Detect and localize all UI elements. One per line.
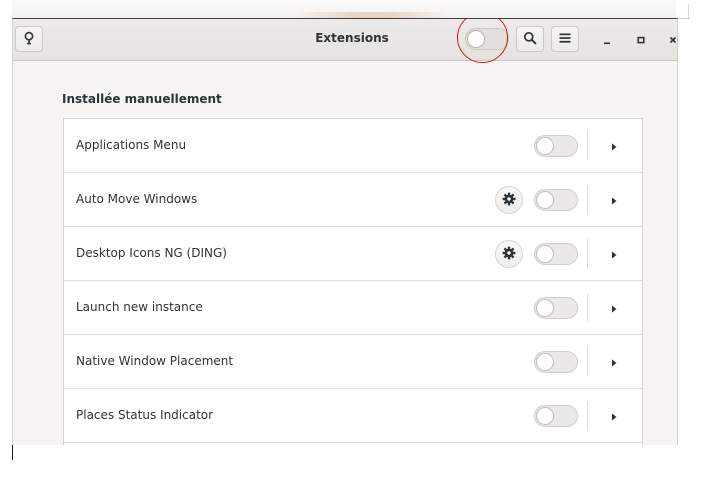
expand-button[interactable]	[600, 132, 628, 160]
chevron-right-icon	[609, 245, 619, 264]
extension-name: Launch new instance	[76, 300, 203, 314]
toggle-knob	[536, 407, 554, 425]
row-divider	[587, 131, 588, 160]
extension-settings-button[interactable]	[495, 186, 523, 214]
expand-button[interactable]	[600, 186, 628, 214]
extension-name: Places Status Indicator	[76, 408, 214, 422]
screen: Extensions Installée manuellement Applic…	[0, 0, 718, 477]
chevron-right-icon	[609, 299, 619, 318]
extension-name: Auto Move Windows	[76, 192, 198, 206]
extension-name: Native Window Placement	[76, 354, 234, 368]
toggle-knob	[536, 245, 554, 263]
extension-name: Applications Menu	[76, 138, 187, 152]
extension-toggle[interactable]	[534, 297, 578, 319]
extension-toggle[interactable]	[534, 135, 578, 157]
extension-settings-button[interactable]	[495, 240, 523, 268]
minimize-icon	[602, 30, 612, 49]
chevron-right-icon	[609, 137, 619, 156]
extension-name: Desktop Icons NG (DING)	[76, 246, 227, 260]
expand-button[interactable]	[600, 294, 628, 322]
toggle-knob	[536, 353, 554, 371]
toggle-knob	[467, 30, 485, 48]
extension-row-auto-move-windows[interactable]: Auto Move Windows	[64, 173, 642, 227]
row-divider	[587, 347, 588, 376]
extensions-content: Installée manuellement Applications Menu…	[13, 61, 677, 445]
expand-button[interactable]	[600, 240, 628, 268]
row-divider	[587, 401, 588, 430]
background-window-edge	[676, 18, 690, 19]
minimize-button[interactable]	[597, 29, 617, 49]
header-bar[interactable]: Extensions	[13, 19, 677, 63]
section-heading: Installée manuellement	[62, 92, 222, 106]
row-divider	[587, 293, 588, 322]
about-button[interactable]	[15, 26, 43, 52]
row-divider	[587, 185, 588, 214]
extension-toggle[interactable]	[534, 189, 578, 211]
extension-toggle[interactable]	[534, 243, 578, 265]
extensions-master-toggle[interactable]	[465, 28, 509, 50]
chevron-right-icon	[609, 191, 619, 210]
background-window-edge-vertical	[688, 4, 689, 18]
extensions-list: Applications Menu Auto Move Windows Desk…	[63, 118, 643, 445]
toggle-knob	[536, 299, 554, 317]
text-cursor	[12, 445, 13, 460]
chevron-right-icon	[609, 353, 619, 372]
extension-row-partial[interactable]	[64, 443, 642, 445]
extension-toggle[interactable]	[534, 405, 578, 427]
extension-row-places-status-indicator[interactable]: Places Status Indicator	[64, 389, 642, 443]
maximize-button[interactable]	[631, 29, 651, 49]
extensions-window: Extensions Installée manuellement Applic…	[12, 18, 678, 445]
hamburger-menu-icon	[558, 30, 572, 49]
desktop-background	[12, 0, 676, 18]
expand-button[interactable]	[600, 402, 628, 430]
row-divider	[587, 239, 588, 268]
gear-icon	[502, 191, 516, 210]
close-button[interactable]	[663, 29, 677, 49]
close-icon	[668, 30, 677, 49]
expand-button[interactable]	[600, 348, 628, 376]
search-button[interactable]	[516, 26, 544, 52]
search-icon	[523, 30, 537, 49]
chevron-right-icon	[609, 407, 619, 426]
extension-row-launch-new-instance[interactable]: Launch new instance	[64, 281, 642, 335]
toggle-knob	[536, 137, 554, 155]
extension-toggle[interactable]	[534, 351, 578, 373]
lightbulb-icon	[22, 30, 36, 49]
maximize-icon	[636, 30, 646, 49]
extension-row-applications-menu[interactable]: Applications Menu	[64, 119, 642, 173]
gear-icon	[502, 245, 516, 264]
extension-row-desktop-icons-ng[interactable]: Desktop Icons NG (DING)	[64, 227, 642, 281]
main-menu-button[interactable]	[551, 26, 579, 52]
toggle-knob	[536, 191, 554, 209]
extension-row-native-window-placement[interactable]: Native Window Placement	[64, 335, 642, 389]
